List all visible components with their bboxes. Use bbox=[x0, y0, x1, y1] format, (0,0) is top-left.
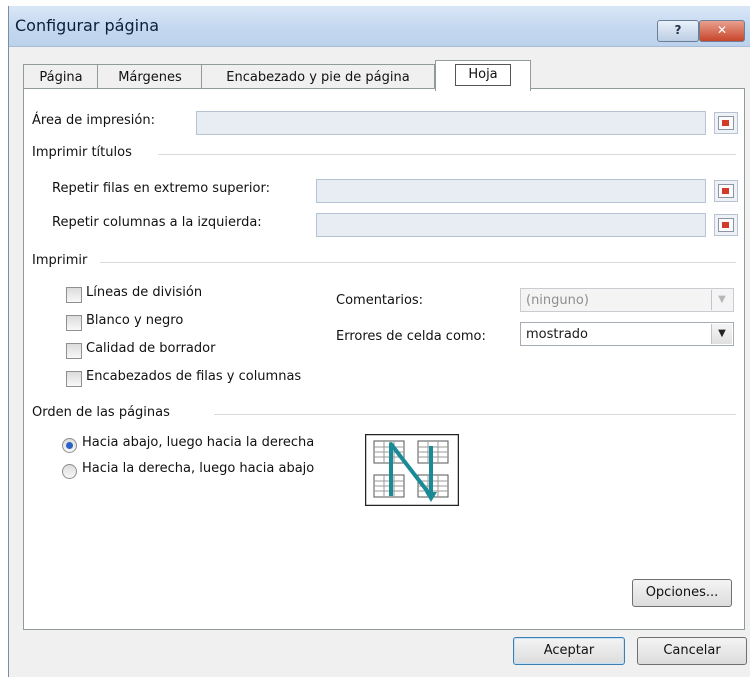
chevron-down-icon: ▼ bbox=[711, 290, 732, 310]
row-col-headings-checkbox[interactable] bbox=[66, 371, 82, 387]
cell-errors-label: Errores de celda como: bbox=[336, 329, 486, 344]
down-then-over-radio[interactable] bbox=[62, 438, 77, 453]
print-area-label: Área de impresión: bbox=[32, 113, 155, 128]
down-then-over-label[interactable]: Hacia abajo, luego hacia la derecha bbox=[82, 435, 314, 450]
black-white-checkbox[interactable] bbox=[66, 315, 82, 331]
print-titles-group-label: Imprimir títulos bbox=[32, 145, 132, 160]
close-button[interactable]: ✕ bbox=[699, 20, 745, 42]
tab-hoja[interactable]: Hoja bbox=[435, 60, 531, 91]
repeat-columns-collapse-icon[interactable] bbox=[714, 214, 738, 236]
print-area-collapse-icon[interactable] bbox=[714, 112, 738, 134]
help-button[interactable]: ? bbox=[657, 20, 699, 42]
page-order-preview-icon bbox=[365, 434, 459, 506]
options-button-label: Opciones... bbox=[645, 585, 719, 600]
repeat-rows-input[interactable] bbox=[316, 179, 706, 203]
black-white-checkbox-label[interactable]: Blanco y negro bbox=[86, 313, 183, 328]
cancel-button[interactable]: Cancelar bbox=[637, 637, 747, 665]
tab-hoja-label: Hoja bbox=[455, 64, 511, 86]
repeat-columns-label: Repetir columnas a la izquierda: bbox=[52, 215, 262, 230]
cell-errors-select-value: mostrado bbox=[526, 327, 589, 342]
comments-label: Comentarios: bbox=[336, 293, 424, 308]
page-order-group-label: Orden de las páginas bbox=[32, 405, 170, 420]
tab-encabezado[interactable]: Encabezado y pie de página bbox=[201, 64, 435, 90]
cancel-button-label: Cancelar bbox=[663, 643, 721, 658]
help-icon: ? bbox=[674, 23, 682, 37]
gridlines-checkbox[interactable] bbox=[66, 287, 82, 303]
repeat-rows-collapse-icon[interactable] bbox=[714, 180, 738, 202]
print-titles-divider bbox=[158, 154, 736, 155]
tab-pagina-label: Página bbox=[39, 70, 83, 85]
print-group-label: Imprimir bbox=[32, 253, 88, 268]
dialog-title: Configurar página bbox=[15, 16, 160, 35]
page-order-divider bbox=[214, 414, 736, 415]
comments-select[interactable]: (ninguno) ▼ bbox=[520, 288, 734, 312]
close-icon: ✕ bbox=[716, 23, 728, 37]
draft-quality-checkbox-label[interactable]: Calidad de borrador bbox=[86, 341, 215, 356]
cell-errors-select[interactable]: mostrado ▼ bbox=[520, 322, 734, 346]
over-then-down-label[interactable]: Hacia la derecha, luego hacia abajo bbox=[82, 461, 314, 476]
row-col-headings-checkbox-label[interactable]: Encabezados de filas y columnas bbox=[86, 369, 301, 384]
tab-encabezado-label: Encabezado y pie de página bbox=[226, 70, 410, 85]
chevron-down-icon: ▼ bbox=[711, 324, 732, 344]
draft-quality-checkbox[interactable] bbox=[66, 343, 82, 359]
print-divider bbox=[100, 262, 736, 263]
ok-button-label: Aceptar bbox=[543, 643, 595, 658]
comments-select-value: (ninguno) bbox=[526, 293, 589, 308]
title-bar[interactable]: Configurar página ? ✕ bbox=[9, 6, 750, 47]
options-button[interactable]: Opciones... bbox=[632, 579, 732, 607]
tab-margenes[interactable]: Márgenes bbox=[97, 64, 203, 90]
repeat-rows-label: Repetir filas en extremo superior: bbox=[52, 181, 270, 196]
print-area-input[interactable] bbox=[196, 111, 706, 135]
ok-button[interactable]: Aceptar bbox=[513, 637, 625, 665]
page-setup-dialog: Configurar página ? ✕ Página Márgenes En… bbox=[8, 6, 750, 677]
repeat-columns-input[interactable] bbox=[316, 213, 706, 237]
tab-margenes-label: Márgenes bbox=[118, 70, 182, 85]
gridlines-checkbox-label[interactable]: Líneas de división bbox=[86, 285, 202, 300]
tab-pagina[interactable]: Página bbox=[23, 64, 99, 90]
sheet-tab-panel: Área de impresión: Imprimir títulos Repe… bbox=[23, 88, 745, 630]
over-then-down-radio[interactable] bbox=[62, 464, 77, 479]
